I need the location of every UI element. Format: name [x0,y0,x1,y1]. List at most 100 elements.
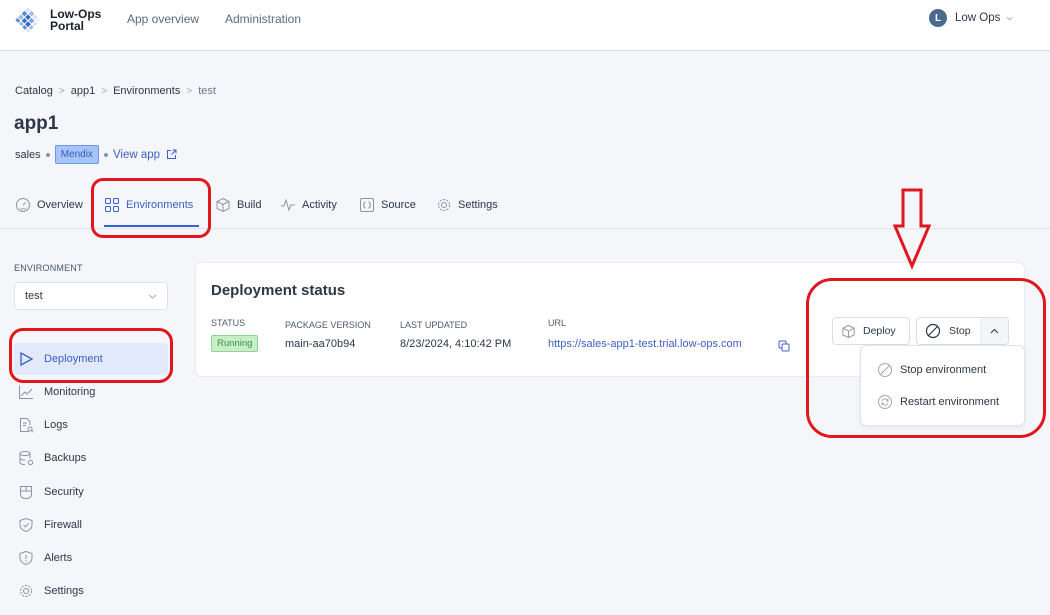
environment-label: ENVIRONMENT [14,263,83,273]
card-title: Deployment status [211,282,346,299]
breadcrumb-environments[interactable]: Environments [113,85,180,97]
breadcrumb: Catalog > app1 > Environments > test [15,85,216,97]
stop-options-menu: Stop environment Restart environment [860,345,1025,426]
logo-line-2: Portal [50,19,85,33]
page-title: app1 [14,113,59,134]
sidebar-item-deployment[interactable]: Deployment [14,343,168,375]
sidebar-item-label: Logs [44,419,68,431]
code-braces-icon [360,198,374,212]
sidebar-item-label: Deployment [44,353,103,365]
copy-icon[interactable] [778,340,790,352]
nav-app-overview[interactable]: App overview [127,12,199,26]
team-name: sales [15,148,41,161]
sidebar-item-label: Firewall [44,519,82,531]
view-app-label: View app [112,148,161,161]
activity-icon [281,198,295,212]
breadcrumb-catalog[interactable]: Catalog [15,85,53,97]
last-updated-label: LAST UPDATED [400,320,468,330]
view-app-link[interactable]: View app [113,149,177,161]
sidebar-item-firewall[interactable]: Firewall [14,509,168,541]
tab-source[interactable]: Source [359,196,416,214]
breadcrumb-test: test [198,85,216,97]
menu-item-stop-environment[interactable]: Stop environment [877,362,986,378]
separator-dot [103,152,108,157]
gear-icon [20,585,32,597]
deploy-button[interactable]: Deploy [832,317,910,345]
chart-line-icon [19,385,33,399]
annotation-arrow-down-icon [893,188,932,270]
sidebar-item-settings[interactable]: Settings [14,575,168,607]
package-icon [842,324,855,338]
tab-build[interactable]: Build [215,196,261,214]
chevron-up-icon [990,328,999,334]
tab-settings[interactable]: Settings [436,196,498,214]
sidebar-item-label: Security [44,486,84,498]
last-updated-value: 8/23/2024, 4:10:42 PM [400,338,512,350]
gauge-icon [16,198,30,212]
refresh-icon [878,395,892,409]
gear-icon [438,199,450,211]
sidebar-item-logs[interactable]: Logs [14,409,168,441]
breadcrumb-app1[interactable]: app1 [71,85,95,97]
platform-badge: Mendix [54,145,99,164]
stop-icon [878,363,892,377]
url-label: URL [548,318,567,328]
menu-item-restart-environment[interactable]: Restart environment [877,394,999,410]
logo-text: Low-Ops Portal [50,8,101,32]
sidebar-item-label: Settings [44,585,84,597]
stop-options-toggle[interactable] [979,318,1008,344]
package-version-value: main-aa70b94 [285,338,356,350]
nav-administration[interactable]: Administration [225,12,301,26]
environment-select-value: test [25,290,43,302]
user-name: Low Ops [955,12,1001,24]
status-badge: Running [211,335,259,352]
stop-icon [925,323,941,339]
sidebar-item-alerts[interactable]: Alerts [14,542,168,574]
stop-button[interactable]: Stop [917,318,980,344]
chevron-down-icon [1006,16,1013,20]
file-search-icon [20,418,34,433]
mouse-icon [20,486,32,500]
shield-check-icon [19,517,33,533]
sidebar-item-label: Alerts [44,552,73,564]
tab-environments[interactable]: Environments [104,196,193,214]
status-label: STATUS [211,318,246,328]
environment-select[interactable]: test [14,282,168,310]
url-link[interactable]: https://sales-app1-test.trial.low-ops.co… [548,338,742,350]
deploy-button-label: Deploy [863,325,896,337]
package-version-label: PACKAGE VERSION [285,320,371,330]
package-icon [216,197,230,213]
breadcrumb-separator: > [186,85,193,97]
stop-split-button: Stop [916,317,1009,345]
active-tab-indicator [104,225,199,227]
chevron-down-icon [148,294,157,299]
database-icon [19,451,34,466]
logo[interactable]: Low-Ops Portal [14,6,101,34]
sidebar-item-backups[interactable]: Backups [14,442,168,474]
tab-label: Environments [126,199,194,211]
top-header: Low-Ops Portal App overview Administrati… [0,0,1050,51]
breadcrumb-separator: > [101,85,108,97]
logo-icon [15,7,41,33]
tab-label: Build [237,199,262,211]
tab-label: Overview [37,199,83,211]
separator-dot [45,152,50,157]
avatar: L [929,9,947,27]
menu-item-label: Restart environment [900,396,1000,408]
sidebar-item-label: Backups [44,452,87,464]
shield-alert-icon [19,550,33,566]
menu-item-label: Stop environment [900,364,987,376]
app-meta: sales Mendix View app [15,145,177,164]
tab-label: Settings [458,199,498,211]
tab-overview[interactable]: Overview [15,196,83,214]
sidebar-item-label: Monitoring [44,386,96,398]
external-link-icon [167,149,177,159]
tab-activity[interactable]: Activity [280,196,337,214]
stop-button-label: Stop [949,325,971,337]
grid-icon [105,198,119,212]
sidebar-item-security[interactable]: Security [14,476,168,508]
sidebar-item-monitoring[interactable]: Monitoring [14,376,168,408]
play-icon [20,351,34,367]
user-menu[interactable]: L Low Ops [929,9,1013,27]
tab-label: Activity [302,199,337,211]
